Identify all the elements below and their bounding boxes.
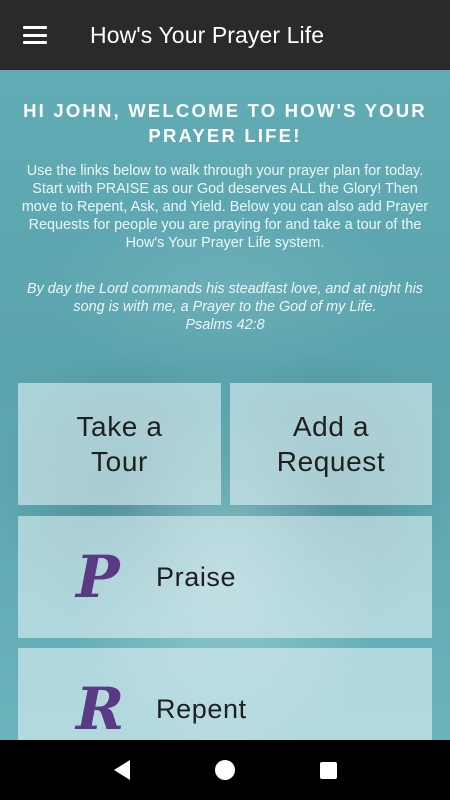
home-circle-icon — [214, 760, 235, 780]
back-triangle-icon — [113, 760, 130, 780]
tour-label-line1: Take a — [76, 411, 163, 442]
hamburger-menu-icon[interactable] — [0, 0, 70, 70]
take-a-tour-button[interactable]: Take a Tour — [18, 383, 221, 505]
recents-button[interactable] — [308, 750, 348, 790]
verse-text: By day the Lord commands his steadfast l… — [27, 281, 423, 315]
app-bar: How's Your Prayer Life — [0, 0, 450, 70]
praise-letter-icon: P — [76, 543, 120, 611]
praise-label: Praise — [156, 561, 237, 592]
system-nav-bar — [0, 740, 450, 800]
request-label-line2: Request — [276, 446, 386, 477]
add-a-request-button[interactable]: Add a Request — [230, 383, 432, 505]
back-button[interactable] — [102, 750, 142, 790]
home-button[interactable] — [205, 750, 245, 790]
verse-reference: Psalms 42:8 — [185, 317, 265, 333]
welcome-heading: HI JOHN, WELCOME TO HOW'S YOUR PRAYER LI… — [23, 100, 427, 146]
home-content: HI JOHN, WELCOME TO HOW'S YOUR PRAYER LI… — [0, 70, 450, 740]
request-label-line1: Add a — [292, 411, 370, 442]
scripture-verse: By day the Lord commands his steadfast l… — [14, 280, 436, 334]
repent-label: Repent — [156, 693, 247, 724]
repent-letter-icon: R — [76, 675, 125, 740]
praise-button[interactable]: P Praise — [18, 516, 432, 638]
repent-button[interactable]: R Repent — [18, 648, 432, 740]
tour-label-line2: Tour — [91, 446, 148, 477]
app-title: How's Your Prayer Life — [90, 21, 325, 48]
recents-square-icon — [319, 761, 337, 779]
intro-text: Use the links below to walk through your… — [21, 163, 429, 251]
